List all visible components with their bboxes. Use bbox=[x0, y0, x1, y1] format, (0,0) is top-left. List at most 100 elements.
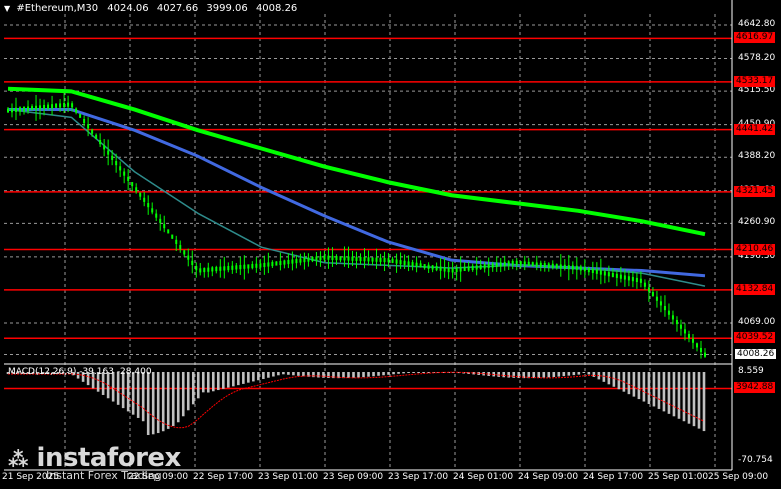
macd-histogram-bar bbox=[397, 372, 400, 374]
candle-body bbox=[615, 273, 618, 278]
macd-histogram-bar bbox=[272, 372, 275, 377]
macd-histogram-bar bbox=[317, 372, 320, 378]
candle-body bbox=[547, 263, 550, 268]
candle-body bbox=[451, 268, 454, 273]
candle-body bbox=[79, 113, 82, 118]
candle-body bbox=[183, 250, 186, 255]
macd-histogram-bar bbox=[377, 372, 380, 376]
macd-histogram-bar bbox=[412, 372, 415, 373]
candle-body bbox=[383, 257, 386, 263]
candle-body bbox=[39, 105, 42, 110]
candle-body bbox=[447, 267, 450, 273]
candle-body bbox=[407, 261, 410, 266]
macd-histogram-bar bbox=[312, 372, 315, 378]
macd-histogram-bar bbox=[672, 372, 676, 417]
level-price-tag: 4441.42 bbox=[734, 123, 776, 135]
macd-histogram-bar bbox=[227, 372, 230, 388]
candle-body bbox=[391, 258, 394, 263]
candle-body bbox=[335, 255, 338, 261]
level-price-tag: 4533.17 bbox=[734, 75, 776, 87]
candle-body bbox=[551, 263, 554, 268]
watermark-logo: ⁂ instaforex Instant Forex Trading bbox=[8, 443, 181, 482]
candle-body bbox=[99, 140, 102, 145]
ma-blue-line bbox=[8, 108, 706, 278]
candle-body bbox=[135, 187, 138, 192]
macd-histogram-bar bbox=[407, 372, 410, 373]
candle-body bbox=[111, 155, 114, 160]
macd-histogram-bar bbox=[196, 372, 200, 399]
macd-histogram-bar bbox=[206, 372, 210, 393]
macd-histogram-bar bbox=[387, 372, 390, 375]
candle-body bbox=[47, 104, 50, 109]
candle-body bbox=[591, 268, 594, 274]
macd-histogram-bar bbox=[677, 372, 681, 419]
macd-histogram-bar bbox=[252, 372, 255, 382]
price-chart[interactable] bbox=[0, 0, 781, 489]
macd-histogram-bar bbox=[392, 372, 395, 375]
macd-histogram-bar bbox=[347, 372, 350, 378]
level-price-tag: 4616.97 bbox=[734, 32, 776, 44]
candle-body bbox=[647, 287, 650, 292]
price-tick-label: 4260.90 bbox=[738, 217, 776, 228]
candle-body bbox=[467, 266, 470, 271]
candle-body bbox=[455, 267, 458, 272]
candle-body bbox=[31, 106, 34, 111]
macd-histogram-bar bbox=[562, 372, 566, 377]
dropdown-triangle-icon[interactable]: ▼ bbox=[4, 4, 10, 13]
candle-body bbox=[243, 264, 246, 269]
candle-body bbox=[343, 256, 346, 261]
candle-body bbox=[23, 106, 26, 112]
candle-body bbox=[395, 259, 398, 264]
macd-histogram-bar bbox=[682, 372, 686, 422]
macd-histogram-bar bbox=[417, 372, 420, 373]
macd-axis-top: 8.559 bbox=[738, 366, 764, 376]
macd-histogram-bar bbox=[552, 372, 556, 378]
candle-body bbox=[627, 276, 630, 281]
candle-body bbox=[695, 343, 698, 348]
macd-histogram-bar bbox=[176, 372, 180, 423]
macd-histogram-bar bbox=[572, 372, 576, 376]
candle-body bbox=[215, 266, 218, 272]
candle-body bbox=[171, 234, 174, 239]
candle-body bbox=[351, 256, 354, 261]
candle-body bbox=[159, 218, 162, 223]
candle-body bbox=[503, 261, 506, 267]
macd-histogram-bar bbox=[131, 372, 135, 415]
macd-axis-bottom: -70.754 bbox=[738, 455, 773, 465]
candle-body bbox=[151, 208, 154, 213]
candle-body bbox=[251, 264, 254, 269]
candle-body bbox=[235, 265, 238, 270]
candle-body bbox=[651, 291, 654, 297]
candle-body bbox=[587, 268, 590, 273]
candle-body bbox=[607, 272, 610, 277]
level-price-tag: 4039.52 bbox=[734, 332, 776, 344]
candle-body bbox=[275, 261, 278, 266]
candle-body bbox=[55, 103, 58, 108]
macd-histogram-bar bbox=[687, 372, 691, 424]
level-price-tag: 4321.45 bbox=[734, 185, 776, 197]
candle-body bbox=[287, 259, 290, 265]
candle-body bbox=[255, 263, 258, 268]
macd-histogram-bar bbox=[592, 372, 596, 377]
candle-body bbox=[115, 161, 118, 166]
candle-body bbox=[11, 108, 14, 113]
candle-body bbox=[95, 134, 98, 139]
open-value: 4024.06 bbox=[107, 3, 149, 14]
macd-histogram-bar bbox=[136, 372, 140, 418]
candle-body bbox=[399, 260, 402, 265]
candle-body bbox=[283, 260, 286, 265]
candle-body bbox=[411, 262, 414, 267]
candle-body bbox=[487, 263, 490, 269]
candle-body bbox=[231, 265, 234, 270]
candle-body bbox=[567, 265, 570, 270]
candle-body bbox=[323, 255, 326, 260]
macd-histogram-bar bbox=[642, 372, 646, 402]
candle-body bbox=[83, 118, 86, 124]
candle-body bbox=[471, 265, 474, 271]
macd-histogram-bar bbox=[217, 372, 220, 391]
macd-histogram-bar bbox=[257, 372, 260, 381]
candle-body bbox=[199, 268, 202, 273]
candle-body bbox=[531, 262, 534, 267]
candle-body bbox=[363, 257, 366, 262]
candle-body bbox=[463, 266, 466, 272]
